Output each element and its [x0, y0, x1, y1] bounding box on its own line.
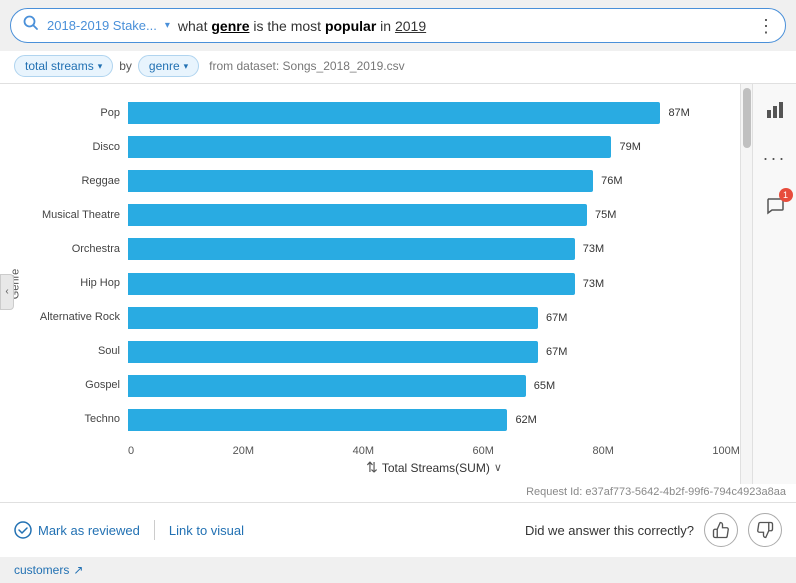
search-icon	[23, 15, 39, 36]
y-label: Techno	[28, 414, 128, 425]
more-options-right-button[interactable]: ···	[759, 142, 791, 174]
main-content: ‹ Genre PopDiscoReggaeMusical TheatreOrc…	[0, 84, 796, 484]
filter-bar: total streams ▾ by genre ▾ from dataset:…	[0, 51, 796, 84]
x-tick: 40M	[353, 445, 374, 457]
x-axis-ticks: 0 20M 40M 60M 80M 100M	[128, 445, 740, 457]
bar-row[interactable]: 65M	[128, 375, 740, 397]
request-id: Request Id: e37af773-5642-4b2f-99f6-794c…	[0, 484, 796, 502]
chart-area: Genre PopDiscoReggaeMusical TheatreOrche…	[0, 84, 740, 484]
y-label: Soul	[28, 346, 128, 357]
bar-row[interactable]: 73M	[128, 238, 740, 260]
metric-label: total streams	[25, 59, 94, 73]
mark-reviewed-label: Mark as reviewed	[38, 523, 140, 538]
x-tick: 100M	[712, 445, 740, 457]
x-axis-label-row: ⇅ Total Streams(SUM) ∨	[128, 459, 740, 476]
bar[interactable]	[128, 341, 538, 363]
project-name[interactable]: 2018-2019 Stake...	[47, 18, 157, 33]
bar-row[interactable]: 67M	[128, 307, 740, 329]
bar-value: 87M	[668, 107, 689, 119]
bar-row[interactable]: 73M	[128, 273, 740, 295]
more-options-button[interactable]: ⋮	[757, 17, 775, 35]
group-chevron-icon: ▾	[184, 61, 189, 72]
bar[interactable]	[128, 170, 593, 192]
bar-value: 65M	[534, 380, 555, 392]
comment-badge: 1	[779, 188, 793, 202]
x-tick: 60M	[473, 445, 494, 457]
divider	[154, 520, 155, 540]
x-axis-label: Total Streams(SUM)	[382, 461, 490, 475]
right-panel: ··· 1	[752, 84, 796, 484]
y-label: Gospel	[28, 380, 128, 391]
comment-button[interactable]: 1	[759, 190, 791, 222]
bar-row[interactable]: 75M	[128, 204, 740, 226]
bar[interactable]	[128, 136, 611, 158]
scrollbar-thumb[interactable]	[743, 88, 751, 148]
group-filter-pill[interactable]: genre ▾	[138, 55, 199, 77]
scrollbar[interactable]	[740, 84, 752, 484]
bar[interactable]	[128, 409, 507, 431]
bar[interactable]	[128, 307, 538, 329]
y-label: Alternative Rock	[28, 312, 128, 323]
chart-inner: Pop Disco Reggae Musical Theatre Orchestra Hi…	[28, 92, 740, 476]
bottom-strip-text: customers	[14, 563, 69, 577]
chart-view-button[interactable]	[759, 94, 791, 126]
answer-question-label: Did we answer this correctly?	[525, 523, 694, 538]
x-tick: 20M	[233, 445, 254, 457]
y-label: Reggae	[28, 176, 128, 187]
query-text: what genre is the most popular in 2019	[178, 18, 426, 34]
metric-filter-pill[interactable]: total streams ▾	[14, 55, 113, 77]
bottom-strip: customers ↗	[0, 557, 796, 583]
metric-chevron-icon: ▾	[98, 61, 103, 72]
thumbs-up-button[interactable]	[704, 513, 738, 547]
project-chevron-icon: ▾	[165, 20, 170, 31]
thumbs-down-button[interactable]	[748, 513, 782, 547]
bar-row[interactable]: 79M	[128, 136, 740, 158]
x-axis-chevron-icon: ∨	[494, 461, 502, 474]
bottom-left: Mark as reviewed Link to visual	[14, 520, 244, 540]
group-label: genre	[149, 59, 180, 73]
bar-row[interactable]: 76M	[128, 170, 740, 192]
bar[interactable]	[128, 204, 587, 226]
bar-value: 79M	[619, 141, 640, 153]
dataset-label: from dataset: Songs_2018_2019.csv	[209, 59, 404, 73]
bar[interactable]	[128, 273, 575, 295]
bar-value: 62M	[515, 414, 536, 426]
y-label: Hip Hop	[28, 278, 128, 289]
link-visual-button[interactable]: Link to visual	[169, 523, 244, 538]
bar-value: 73M	[583, 243, 604, 255]
bar[interactable]	[128, 375, 526, 397]
x-tick: 80M	[592, 445, 613, 457]
y-label: Disco	[28, 142, 128, 153]
x-axis: 0 20M 40M 60M 80M 100M ⇅ Total Streams(SUM) ∨	[128, 441, 740, 476]
search-bar[interactable]: 2018-2019 Stake... ▾ what genre is the m…	[10, 8, 786, 43]
sort-icon[interactable]: ⇅	[366, 459, 378, 476]
mark-reviewed-button[interactable]: Mark as reviewed	[14, 521, 140, 539]
by-label: by	[119, 59, 132, 73]
bottom-strip-icon: ↗	[73, 563, 83, 577]
bars-section: Pop Disco Reggae Musical Theatre Orchestra Hi…	[28, 92, 740, 441]
more-dots-icon: ···	[763, 148, 787, 169]
bar-row[interactable]: 67M	[128, 341, 740, 363]
bar-row[interactable]: 87M	[128, 102, 740, 124]
bar-value: 75M	[595, 209, 616, 221]
y-label: Musical Theatre	[28, 210, 128, 221]
y-label: Orchestra	[28, 244, 128, 255]
collapse-panel-button[interactable]: ‹	[0, 274, 14, 310]
bar-value: 67M	[546, 312, 567, 324]
bar-value: 76M	[601, 175, 622, 187]
bar-value: 67M	[546, 346, 567, 358]
bottom-right: Did we answer this correctly?	[525, 513, 782, 547]
y-labels: Pop Disco Reggae Musical Theatre Orchestra Hi…	[28, 92, 128, 441]
bottom-bar: Mark as reviewed Link to visual Did we a…	[0, 502, 796, 557]
bar-value: 73M	[583, 278, 604, 290]
x-tick: 0	[128, 445, 134, 457]
bar[interactable]	[128, 238, 575, 260]
bar-row[interactable]: 62M	[128, 409, 740, 431]
link-visual-label: Link to visual	[169, 523, 244, 538]
bars-container: 87M 79M 76M 75M 73M 73M 67M 67M 65M 62M	[128, 92, 740, 441]
bar[interactable]	[128, 102, 660, 124]
y-label: Pop	[28, 108, 128, 119]
